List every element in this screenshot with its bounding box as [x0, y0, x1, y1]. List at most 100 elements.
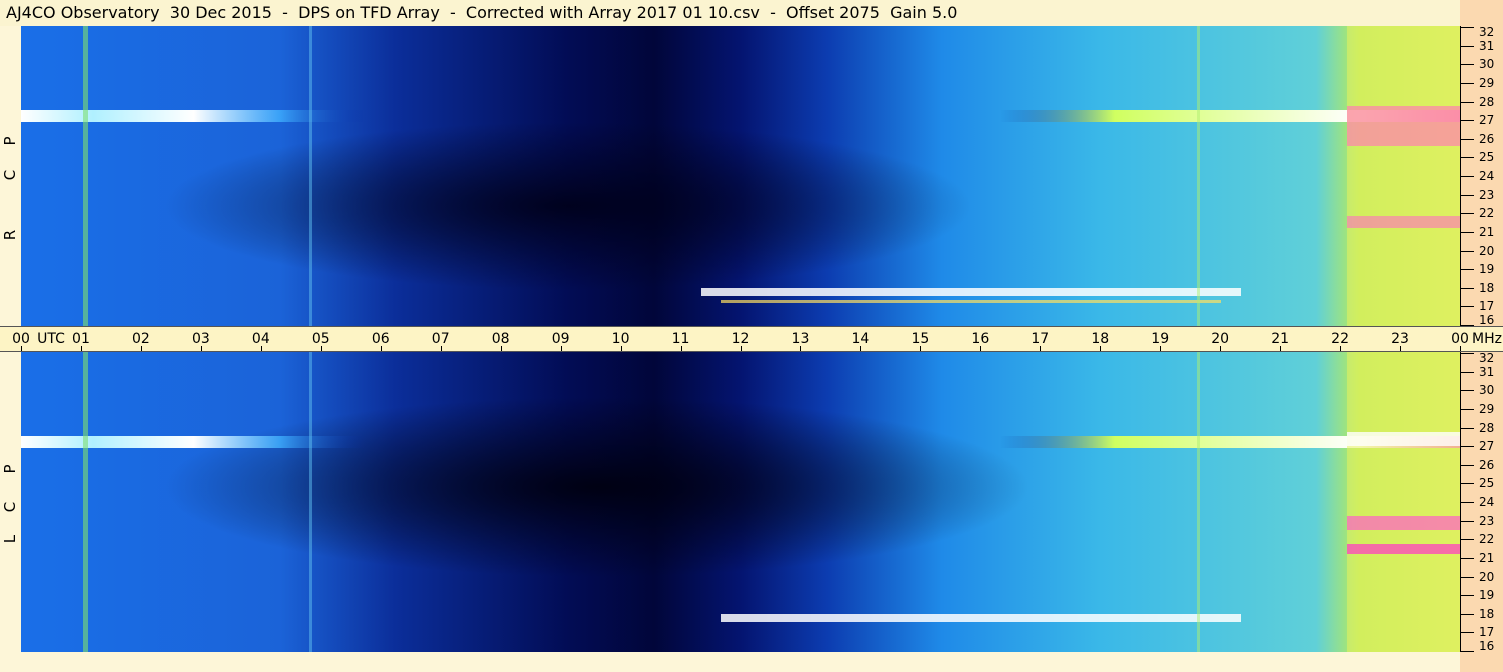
- time-tick-label: 03: [191, 331, 210, 347]
- chart-title: AJ4CO Observatory 30 Dec 2015 - DPS on T…: [0, 0, 1460, 26]
- frequency-tick-label: 24: [1479, 495, 1495, 509]
- broadcast-band-27mhz: [21, 436, 1460, 448]
- frequency-tick-label: 31: [1479, 364, 1495, 379]
- frequency-tick-label: 27: [1479, 113, 1495, 128]
- time-tick-label: 14: [851, 331, 870, 347]
- frequency-tick-label: 16: [1479, 639, 1495, 653]
- rcp-polarization-label: R C P: [1, 26, 19, 326]
- band-17mhz: [721, 300, 1221, 303]
- late-day-hot-band: [1347, 432, 1460, 446]
- time-tick-label: 05: [311, 331, 330, 347]
- time-tick-label: 11: [671, 331, 690, 347]
- frequency-tick-label: 25: [1479, 150, 1495, 165]
- frequency-tick-mark: [1460, 213, 1474, 215]
- time-tick-mark: [200, 346, 202, 351]
- frequency-tick-label: 29: [1479, 401, 1495, 416]
- frequency-tick-label: 18: [1479, 606, 1495, 621]
- frequency-tick-mark: [1460, 269, 1474, 271]
- frequency-tick-label: 17: [1479, 299, 1495, 314]
- frequency-tick-label: 31: [1479, 38, 1495, 53]
- time-tick-mark: [620, 346, 622, 351]
- lcp-spectrogram-image: [21, 352, 1460, 652]
- time-tick-label: 18: [1091, 331, 1110, 347]
- frequency-tick-mark: [1460, 176, 1474, 177]
- time-tick-mark: [1220, 346, 1222, 351]
- frequency-tick-label: 18: [1479, 280, 1495, 295]
- time-tick-mark: [680, 346, 682, 351]
- time-tick-mark: [21, 346, 22, 351]
- time-tick-label: 16: [971, 331, 990, 347]
- late-day-band-21mhz: [1347, 544, 1460, 554]
- vertical-stripe-01: [83, 26, 88, 326]
- time-tick-label: 00: [12, 331, 30, 347]
- time-axis: 00 01 02 03 04 05 06 07 08 09 10 11 12 13 14 15 16 17 18 19…: [0, 326, 1503, 352]
- frequency-tick-mark: [1460, 64, 1474, 66]
- frequency-tick-mark: [1460, 250, 1474, 252]
- time-tick-mark: [920, 346, 922, 351]
- lcp-frequency-axis: 32 31 30 29 28 27 26 25 24 23 22 21 20 19 18 17 16: [1460, 352, 1503, 652]
- time-tick-mark: [800, 346, 802, 351]
- time-tick-label: 15: [911, 331, 930, 347]
- time-tick-mark: [140, 346, 142, 351]
- time-tick-mark: [1100, 346, 1102, 351]
- vertical-stripe-01: [83, 352, 88, 652]
- frequency-tick-label: 20: [1479, 569, 1495, 584]
- broadcast-band-27mhz: [21, 110, 1460, 122]
- frequency-tick-label: 22: [1479, 206, 1495, 221]
- time-tick-label: 06: [371, 331, 390, 347]
- time-tick-mark: [1460, 346, 1461, 351]
- frequency-tick-mark: [1460, 120, 1474, 122]
- frequency-tick-label: 21: [1479, 224, 1495, 239]
- frequency-tick-label: 30: [1479, 383, 1495, 398]
- frequency-tick-mark: [1460, 371, 1474, 373]
- time-tick-label: 07: [431, 331, 450, 347]
- band-18mhz: [701, 288, 1241, 296]
- frequency-tick-mark: [1460, 427, 1474, 429]
- frequency-tick-mark: [1460, 483, 1474, 485]
- frequency-tick-label: 32: [1479, 25, 1495, 39]
- frequency-tick-mark: [1460, 45, 1474, 47]
- rcp-spectrogram-image: [21, 26, 1460, 326]
- rcp-frequency-axis: 32 31 30 29 28 27 26 25 24 23 22 21 20 19 18 17 16: [1460, 26, 1503, 326]
- time-tick-mark: [1160, 346, 1162, 351]
- time-tick-mark: [1340, 346, 1342, 351]
- frequency-tick-mark: [1460, 390, 1474, 392]
- frequency-tick-mark: [1460, 502, 1474, 503]
- frequency-tick-label: 24: [1479, 169, 1495, 183]
- lcp-polarization-label: L C P: [1, 352, 19, 652]
- lcp-letter-c: C: [1, 501, 19, 513]
- time-tick-label: 13: [791, 331, 810, 347]
- time-tick-label: 09: [551, 331, 570, 347]
- frequency-tick-mark: [1460, 595, 1474, 597]
- time-tick-mark: [1400, 346, 1402, 351]
- time-tick-mark: [80, 346, 82, 351]
- late-day-block: [1347, 352, 1460, 652]
- frequency-tick-mark: [1460, 539, 1474, 541]
- time-tick-mark: [260, 346, 262, 351]
- time-tick-label: 23: [1391, 331, 1409, 347]
- frequency-tick-label: 28: [1479, 94, 1495, 109]
- frequency-tick-mark: [1460, 306, 1474, 308]
- frequency-tick-mark: [1460, 82, 1474, 84]
- time-tick-mark: [560, 346, 562, 351]
- rcp-letter-r: R: [1, 229, 19, 241]
- frequency-tick-mark: [1460, 194, 1474, 196]
- frequency-tick-mark: [1460, 287, 1474, 289]
- time-tick-label: 19: [1151, 331, 1170, 347]
- frequency-tick-label: 25: [1479, 476, 1495, 491]
- frequency-tick-label: 16: [1479, 313, 1495, 327]
- lcp-letter-p: P: [1, 464, 19, 474]
- late-day-band-21mhz: [1347, 216, 1460, 228]
- frequency-tick-mark: [1460, 576, 1474, 578]
- frequency-tick-label: 20: [1479, 243, 1495, 258]
- frequency-tick-mark: [1460, 231, 1474, 233]
- frequency-tick-label: 30: [1479, 57, 1495, 72]
- frequency-tick-mark: [1460, 27, 1474, 28]
- time-tick-mark: [740, 346, 742, 351]
- late-day-hot-band: [1347, 106, 1460, 146]
- frequency-tick-label: 28: [1479, 420, 1495, 435]
- frequency-tick-mark: [1460, 353, 1474, 354]
- time-tick-label: 17: [1031, 331, 1050, 347]
- time-tick-mark: [440, 346, 442, 351]
- time-tick-label: 02: [131, 331, 150, 347]
